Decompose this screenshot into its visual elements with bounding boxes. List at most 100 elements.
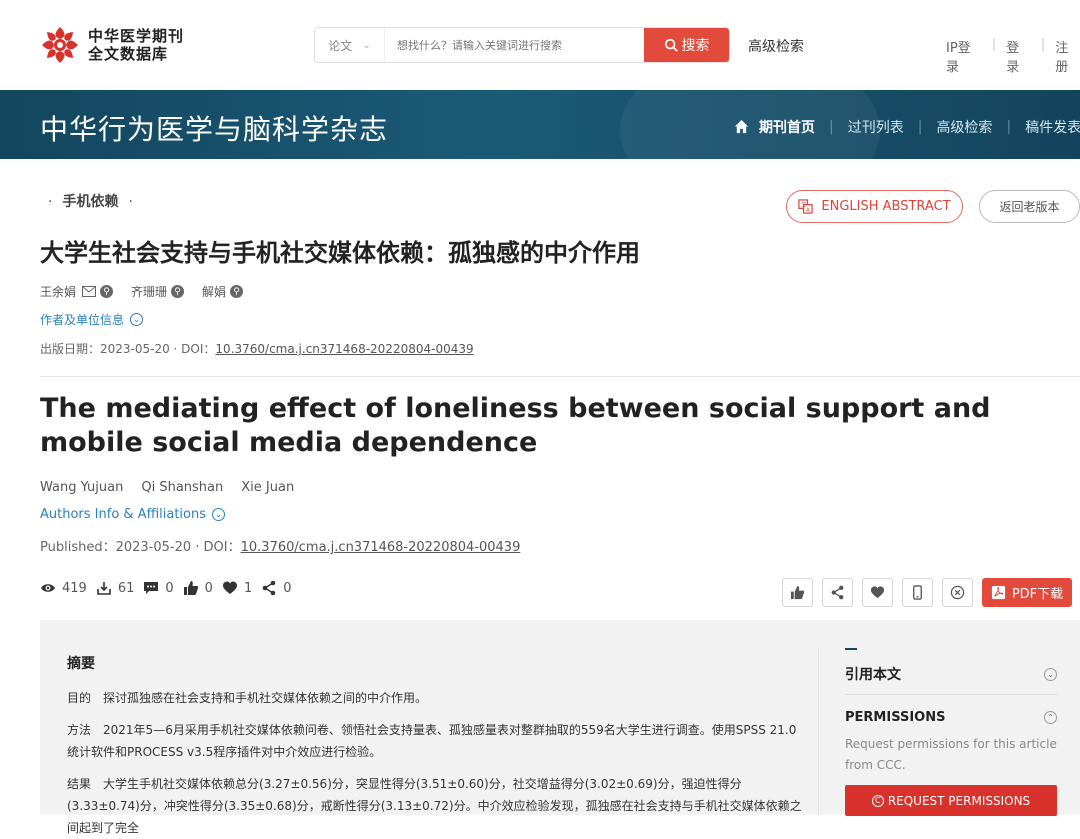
- sidebar-divider: [845, 694, 1057, 695]
- section-divider: [40, 376, 1080, 377]
- logo-line-2: 全文数据库: [88, 45, 169, 63]
- pdf-download-button[interactable]: PDF下载: [982, 578, 1072, 607]
- pdf-icon: [991, 585, 1005, 600]
- shares-stat: 0: [261, 580, 292, 596]
- article-category: · 手机依赖 ·: [48, 194, 133, 210]
- pub-date-cn: 出版日期：2023-05-20 · DOI：: [40, 342, 216, 356]
- eye-icon: [41, 584, 55, 592]
- share-icon: [831, 585, 844, 600]
- top-header: 中华医学期刊 全文数据库 论文 ⌄ 搜索 高级检索 IP登录 | 登录 | 注册: [0, 0, 1080, 90]
- nav-submission[interactable]: 稿件发表: [1025, 117, 1080, 137]
- cite-article-toggle[interactable]: 引用本文 ⌄: [845, 664, 1057, 684]
- shares-count: 0: [283, 580, 292, 596]
- author-name[interactable]: 王余娟: [40, 283, 76, 300]
- request-permissions-button[interactable]: C REQUEST PERMISSIONS: [845, 785, 1057, 816]
- nav-journal-home[interactable]: 期刊首页: [759, 117, 815, 137]
- mail-icon[interactable]: [82, 286, 97, 297]
- search-type-label: 论文: [328, 38, 353, 53]
- search-bar: 论文 ⌄ 搜索: [314, 27, 730, 63]
- affiliation-label-en: Authors Info & Affiliations: [40, 507, 207, 522]
- author-search-icon[interactable]: ⚲: [230, 285, 244, 298]
- search-button[interactable]: 搜索: [644, 28, 729, 62]
- register-link[interactable]: 注册: [1055, 37, 1080, 75]
- chevron-down-icon: ⌄: [1044, 667, 1057, 681]
- favorites-count: 1: [243, 580, 253, 596]
- downloads-count: 61: [117, 580, 135, 596]
- author-name-en[interactable]: Qi Shanshan: [141, 480, 223, 495]
- chevron-down-icon: ⌄: [362, 39, 371, 51]
- affiliation-toggle-cn[interactable]: 作者及单位信息 ⌄: [40, 311, 144, 328]
- objective-label: 目的: [67, 691, 92, 705]
- journal-nav: 期刊首页 | 过刊列表 | 高级检索 | 稿件发表: [734, 117, 1080, 137]
- thumbs-up-icon: [183, 581, 198, 595]
- doi-link[interactable]: 10.3760/cma.j.cn371468-20220804-00439: [241, 540, 521, 555]
- journal-banner: 中华行为医学与脑科学杂志 期刊首页 | 过刊列表 | 高级检索 | 稿件发表: [0, 90, 1080, 159]
- search-type-dropdown[interactable]: 论文 ⌄: [315, 28, 385, 62]
- author-cn[interactable]: 解娟 ⚲: [202, 283, 244, 300]
- comments-count: 0: [165, 580, 174, 596]
- results-text: 大学生手机社交媒体依赖总分(3.27±0.56)分，突显性得分(3.51±0.6…: [67, 777, 802, 835]
- chevron-down-icon: ⌄: [212, 508, 226, 521]
- article-title-cn: 大学生社会支持与手机社交媒体依赖：孤独感的中介作用: [40, 239, 640, 267]
- journal-title[interactable]: 中华行为医学与脑科学杂志: [40, 108, 388, 148]
- top-links: IP登录 | 登录 | 注册: [946, 37, 1080, 75]
- abstract-objective: 目的 探讨孤独感在社会支持和手机社交媒体依赖之间的中介作用。: [67, 687, 802, 709]
- affiliation-toggle-en[interactable]: Authors Info & Affiliations ⌄: [40, 507, 226, 522]
- heart-icon: [870, 586, 885, 599]
- abstract-methods: 方法 2021年5—6月采用手机社交媒体依赖问卷、领悟社会支持量表、孤独感量表对整…: [67, 719, 802, 763]
- methods-label: 方法: [67, 723, 92, 737]
- search-input[interactable]: [385, 28, 644, 62]
- cite-label: 引用本文: [845, 667, 901, 683]
- author-cn[interactable]: 齐珊珊 ⚲: [131, 283, 185, 300]
- nav-past-issues[interactable]: 过刊列表: [848, 117, 904, 137]
- close-circle-icon: [950, 585, 965, 600]
- likes-stat: 0: [183, 580, 213, 596]
- mobile-view-button[interactable]: [902, 578, 933, 607]
- like-button[interactable]: [782, 578, 813, 607]
- mobile-phone-icon: [913, 585, 922, 600]
- article-title-en: The mediating effect of loneliness betwe…: [40, 393, 991, 458]
- author-name-en[interactable]: Wang Yujuan: [40, 480, 123, 495]
- publication-info-cn: 出版日期：2023-05-20 · DOI：10.3760/cma.j.cn37…: [40, 340, 474, 357]
- sidebar-accent: [845, 648, 857, 650]
- author-name-en[interactable]: Xie Juan: [241, 480, 294, 495]
- share-button[interactable]: [822, 578, 853, 607]
- logo-line-1: 中华医学期刊: [88, 27, 185, 45]
- views-count: 419: [62, 580, 87, 596]
- views-stat: 419: [40, 580, 87, 596]
- author-cn[interactable]: 王余娟 ⚲: [40, 283, 114, 300]
- logo-text: 中华医学期刊 全文数据库: [88, 27, 184, 63]
- category-label: 手机依赖: [62, 194, 119, 210]
- author-search-icon[interactable]: ⚲: [171, 285, 185, 298]
- thumbs-up-icon: [790, 585, 805, 600]
- publication-info-en: Published：2023-05-20 · DOI：10.3760/cma.j…: [40, 536, 520, 555]
- permissions-description: Request permissions for this article fro…: [845, 737, 1057, 772]
- article-actions: PDF下载: [782, 578, 1072, 607]
- english-abstract-button[interactable]: 文A ENGLISH ABSTRACT: [786, 190, 963, 223]
- permissions-title: PERMISSIONS: [845, 710, 946, 725]
- abstract-results: 结果 大学生手机社交媒体依赖总分(3.27±0.56)分，突显性得分(3.51±0…: [67, 773, 802, 839]
- close-button[interactable]: [942, 578, 973, 607]
- translate-icon: 文A: [798, 199, 814, 214]
- request-permissions-label: REQUEST PERMISSIONS: [887, 793, 1031, 808]
- home-icon: [734, 119, 759, 136]
- ip-login-link[interactable]: IP登录: [946, 37, 982, 75]
- methods-text: 2021年5—6月采用手机社交媒体依赖问卷、领悟社会支持量表、孤独感量表对整群抽…: [67, 723, 797, 759]
- permissions-toggle[interactable]: PERMISSIONS ⌃: [845, 710, 1057, 725]
- copyright-icon: C: [871, 794, 884, 807]
- nav-divider: |: [917, 119, 923, 135]
- search-button-label: 搜索: [681, 38, 710, 54]
- author-name[interactable]: 齐珊珊: [131, 283, 167, 300]
- search-icon: [664, 38, 678, 52]
- author-search-icon[interactable]: ⚲: [100, 285, 114, 298]
- downloads-stat: 61: [96, 580, 135, 596]
- nav-advanced-search[interactable]: 高级检索: [936, 117, 992, 137]
- nav-divider: |: [1006, 119, 1012, 135]
- site-logo[interactable]: 中华医学期刊 全文数据库: [40, 25, 184, 65]
- advanced-search-link[interactable]: 高级检索: [748, 36, 804, 56]
- doi-link[interactable]: 10.3760/cma.j.cn371468-20220804-00439: [215, 342, 473, 356]
- author-name[interactable]: 解娟: [202, 283, 226, 300]
- favorite-button[interactable]: [862, 578, 893, 607]
- old-version-button[interactable]: 返回老版本: [979, 190, 1080, 223]
- login-link[interactable]: 登录: [1006, 37, 1031, 75]
